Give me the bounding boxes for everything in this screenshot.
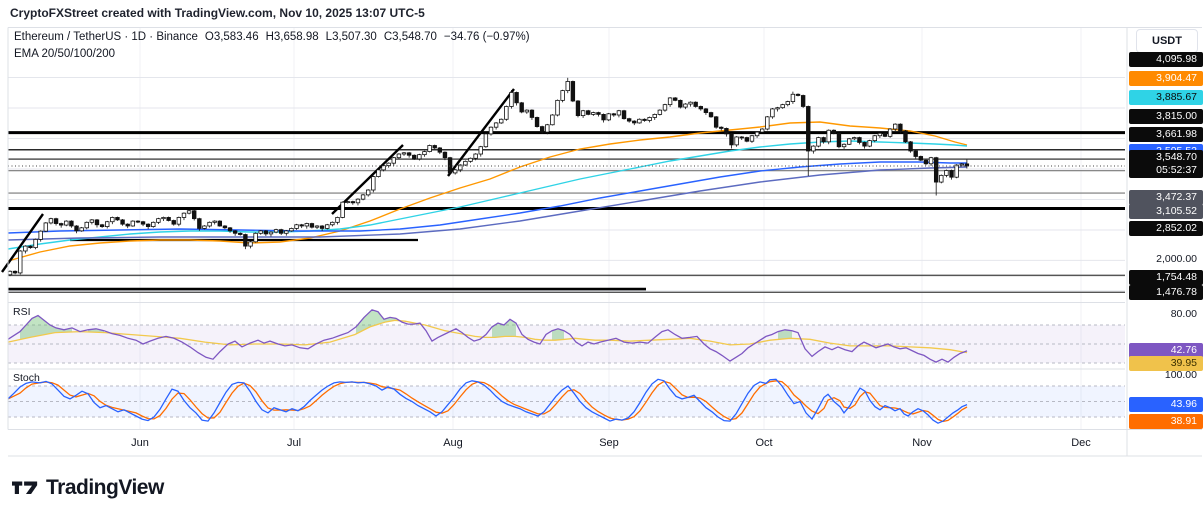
ohlc-token: H3,658.98 <box>265 31 319 43</box>
stoch-pane-label[interactable]: Stoch <box>13 372 40 384</box>
tradingview-logo-icon <box>12 481 38 495</box>
price-axis-badge: 3,904.47 <box>1129 70 1203 86</box>
axis-month-label: Aug <box>443 437 463 449</box>
bar-countdown: 05:52:37 <box>1156 164 1197 176</box>
ohlc-token: C3,548.70 <box>383 31 437 43</box>
drawn-horizontal-lines <box>8 131 1125 294</box>
price-axis-badge: 3,105.52 <box>1129 203 1203 219</box>
axis-month-label: Oct <box>755 437 773 449</box>
price-axis-badge: 3,885.67 <box>1129 89 1203 105</box>
axis-price-label: 2,000.00 <box>1156 253 1197 265</box>
price-axis-badge: 1,754.48 <box>1129 269 1203 285</box>
ohlc-token: −34.76 (−0.97%) <box>443 31 530 43</box>
ohlc-token: O3,583.46 <box>204 31 259 43</box>
currency-toggle-button[interactable]: USDT <box>1136 29 1198 53</box>
rsi-pane-label[interactable]: RSI <box>13 306 31 318</box>
price-axis-badge: 3,472.37 <box>1129 189 1203 205</box>
axis-month-label: Sep <box>599 437 619 449</box>
price-axis-badge: 3,548.70 05:52:37 <box>1129 150 1203 178</box>
axis-month-label: Nov <box>912 437 932 449</box>
price-axis-badge: 38.91 <box>1129 413 1203 429</box>
symbol-title[interactable]: Ethereum / TetherUS · 1D · Binance <box>14 31 198 43</box>
symbol-legend[interactable]: Ethereum / TetherUS · 1D · Binance O3,583… <box>14 31 537 43</box>
axis-month-label: Jul <box>286 437 302 449</box>
indicator-legend[interactable]: EMA 20/50/100/200 <box>14 48 115 60</box>
axis-price-label: 80.00 <box>1170 308 1197 320</box>
tradingview-logo-text: TradingView <box>46 476 164 499</box>
price-axis-badge: 43.96 <box>1129 396 1203 412</box>
price-axis-badge: 1,476.78 <box>1129 284 1203 300</box>
price-axis-badge: 3,661.98 <box>1129 126 1203 142</box>
ohlc-values: O3,583.46 H3,658.98 L3,507.30 C3,548.70 −34.… <box>205 31 537 43</box>
tradingview-chart-page: CryptoFXStreet created with TradingView.… <box>0 0 1204 516</box>
rsi-band <box>8 324 1125 364</box>
axis-month-label: Jun <box>131 437 149 449</box>
chart-canvas[interactable] <box>0 0 1204 462</box>
ohlc-token: L3,507.30 <box>325 31 377 43</box>
axis-month-label: Dec <box>1071 437 1091 449</box>
price-axis-badge: 2,852.02 <box>1129 220 1203 236</box>
axis-price-label: 100.00 <box>1164 369 1197 381</box>
tradingview-logo[interactable]: TradingView <box>12 476 164 500</box>
price-gridlines <box>8 77 1125 292</box>
ema-mid <box>7 140 968 250</box>
price-axis-badge: 3,815.00 <box>1129 108 1203 124</box>
price-axis-badge: 4,095.98 <box>1129 51 1203 67</box>
